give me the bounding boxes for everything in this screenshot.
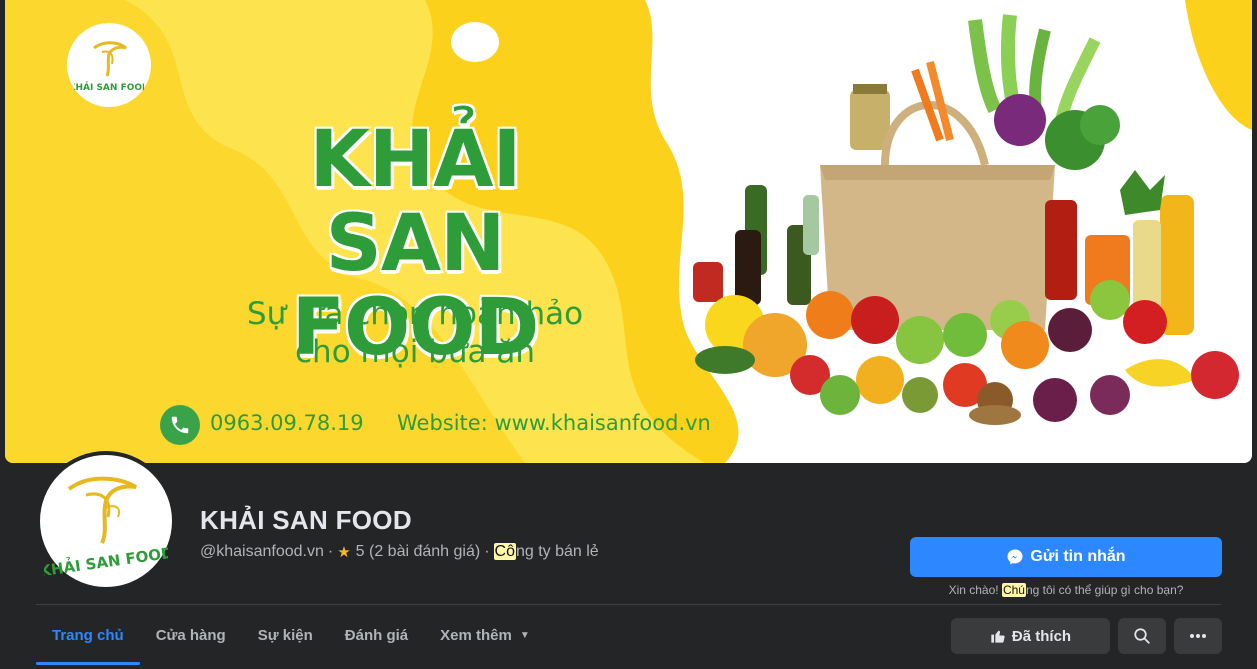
search-button[interactable]	[1118, 618, 1166, 654]
separator: ·	[484, 543, 490, 560]
cover-website: Website: www.khaisanfood.vn	[397, 411, 711, 435]
tab-label: Đánh giá	[344, 626, 409, 644]
brand-logo-icon: KHẢI SAN FOOD	[44, 476, 168, 581]
svg-text:KHẢI SAN FOOD: KHẢI SAN FOOD	[74, 81, 144, 93]
cover-slogan: Sự lựa chọn hoàn hảo cho mọi bữa ăn	[215, 295, 615, 371]
tab-home[interactable]: Trang chủ	[36, 605, 140, 665]
tab-shop[interactable]: Cửa hàng	[140, 605, 242, 665]
tab-events[interactable]: Sự kiện	[242, 605, 329, 665]
liked-label: Đã thích	[1011, 627, 1072, 645]
profile-avatar[interactable]: KHẢI SAN FOOD	[36, 451, 176, 591]
page-category[interactable]: Công ty bán lẻ	[493, 543, 599, 561]
page-rating[interactable]: 5 (2 bài đánh giá)	[356, 543, 481, 561]
message-hint: Xin chào! Chúng tôi có thể giúp gì cho b…	[910, 583, 1222, 597]
tab-label: Trang chủ	[52, 626, 124, 644]
svg-text:KHẢI SAN FOOD: KHẢI SAN FOOD	[44, 541, 168, 581]
brand-logo-icon: KHẢI SAN FOOD	[74, 41, 144, 93]
page-meta: @khaisanfood.vn · ★ 5 (2 bài đánh giá) ·…	[200, 543, 599, 561]
tab-label: Xem thêm	[440, 626, 512, 644]
send-message-button[interactable]: Gửi tin nhắn	[910, 537, 1222, 577]
hint-prefix: Xin chào!	[948, 583, 1002, 597]
separator: ·	[327, 543, 334, 560]
liked-button[interactable]: Đã thích	[951, 618, 1110, 654]
groceries-illustration	[693, 14, 1239, 425]
cover-title-line1: KHẢI SAN	[309, 115, 521, 289]
phone-icon	[160, 405, 200, 445]
tab-reviews[interactable]: Đánh giá	[329, 605, 424, 665]
star-icon: ★	[337, 544, 351, 561]
hint-rest: ng tôi có thể giúp gì cho bạn?	[1025, 583, 1184, 597]
page-tabs: Trang chủ Cửa hàng Sự kiện Đánh giá Xem …	[36, 605, 546, 665]
thumbs-up-icon	[991, 630, 1005, 643]
page-handle[interactable]: @khaisanfood.vn	[200, 543, 324, 561]
category-rest: ng ty bán lẻ	[515, 543, 599, 560]
more-options-button[interactable]	[1174, 618, 1222, 654]
search-icon	[1134, 628, 1150, 644]
cover-photo[interactable]: KHẢI SAN FOOD KHẢI SAN FOOD Sự lựa chọn …	[5, 0, 1252, 463]
highlighted-text: Cô	[493, 543, 516, 560]
page-title: KHẢI SAN FOOD	[200, 505, 412, 535]
cover-slogan-line1: Sự lựa chọn hoàn hảo	[246, 296, 584, 332]
messenger-icon	[1007, 549, 1023, 565]
cover-slogan-line2: cho mọi bữa ăn	[295, 334, 535, 370]
tab-label: Cửa hàng	[155, 626, 226, 644]
more-horizontal-icon	[1190, 634, 1206, 638]
highlighted-text: Chú	[1001, 583, 1026, 597]
send-message-label: Gửi tin nhắn	[1030, 548, 1126, 565]
cover-phone-number: 0963.09.78.19	[210, 411, 364, 435]
cover-logo: KHẢI SAN FOOD	[67, 23, 151, 107]
caret-down-icon: ▼	[519, 629, 530, 641]
tab-label: Sự kiện	[257, 626, 313, 644]
tab-more[interactable]: Xem thêm ▼	[424, 605, 546, 665]
